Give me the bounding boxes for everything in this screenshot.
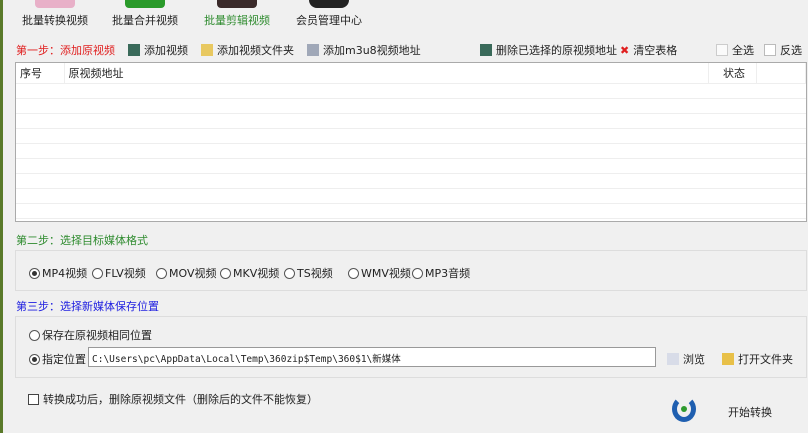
edit-icon — [217, 0, 257, 8]
format-mov[interactable]: MOV视频 — [156, 265, 216, 281]
label: 打开文件夹 — [738, 353, 793, 366]
col-spacer — [756, 63, 806, 84]
merge-icon — [125, 0, 165, 8]
start-convert-icon[interactable] — [672, 396, 696, 422]
folder-icon — [201, 44, 213, 56]
radio-icon — [220, 267, 231, 279]
label: MP4视频 — [42, 267, 88, 280]
format-mp3[interactable]: MP3音频 — [412, 265, 470, 281]
format-wmv[interactable]: WMV视频 — [348, 265, 411, 281]
member-icon — [309, 0, 349, 8]
table-row — [16, 158, 806, 174]
format-mp4[interactable]: MP4视频 — [29, 265, 87, 281]
add-folder-button[interactable]: 添加视频文件夹 — [201, 42, 294, 58]
delete-file-icon — [480, 44, 492, 56]
label: MP3音频 — [425, 267, 471, 280]
nav-label: 批量剪辑视频 — [204, 14, 270, 27]
checkbox-icon — [764, 44, 776, 56]
col-status: 状态 — [708, 63, 757, 84]
table-row — [16, 173, 806, 189]
label: 添加m3u8视频地址 — [323, 44, 421, 57]
table-row — [16, 203, 806, 219]
radio-icon — [156, 267, 167, 279]
add-video-button[interactable]: 添加视频 — [128, 42, 188, 58]
same-location-radio[interactable]: 保存在原视频相同位置 — [29, 327, 152, 343]
label: 添加视频 — [144, 44, 188, 57]
browse-button[interactable]: 浏览 — [667, 351, 705, 367]
checkbox-icon — [716, 44, 728, 56]
nav-batch-merge[interactable]: 批量合并视频 — [112, 0, 178, 32]
radio-icon — [284, 267, 295, 279]
label: WMV视频 — [361, 267, 411, 280]
format-mkv[interactable]: MKV视频 — [220, 265, 279, 281]
step3-title: 第三步：选择新媒体保存位置 — [16, 300, 159, 313]
dot — [681, 406, 687, 412]
label: 删除已选择的原视频地址 — [496, 44, 617, 57]
label: 清空表格 — [633, 44, 678, 57]
close-icon: ✖ — [620, 43, 630, 57]
save-path-input[interactable]: C:\Users\pc\AppData\Local\Temp\360zip$Te… — [88, 347, 656, 367]
label: MKV视频 — [233, 267, 280, 280]
label: 添加视频文件夹 — [217, 44, 294, 57]
checkbox-icon — [28, 393, 39, 405]
label: 浏览 — [683, 353, 705, 366]
table-header: 序号 原视频地址 状态 — [16, 63, 806, 84]
open-folder-button[interactable]: 打开文件夹 — [722, 351, 793, 367]
browse-icon — [667, 353, 679, 365]
label: 反选 — [780, 44, 802, 57]
radio-icon — [348, 267, 359, 279]
label: 指定位置 — [42, 353, 86, 366]
nav-member-center[interactable]: 会员管理中心 — [296, 0, 362, 32]
radio-icon — [29, 267, 40, 279]
table-row — [16, 188, 806, 204]
col-index: 序号 — [16, 63, 65, 84]
custom-location-radio[interactable]: 指定位置 — [29, 351, 86, 367]
video-file-icon — [128, 44, 140, 56]
table-row — [16, 143, 806, 159]
label: 全选 — [732, 44, 754, 57]
label: 保存在原视频相同位置 — [42, 329, 152, 342]
radio-icon — [412, 267, 423, 279]
label: FLV视频 — [105, 267, 146, 280]
delete-selected-button[interactable]: 删除已选择的原视频地址 — [480, 42, 617, 58]
format-ts[interactable]: TS视频 — [284, 265, 333, 281]
label: 转换成功后，删除原视频文件（删除后的文件不能恢复） — [43, 393, 318, 406]
radio-icon — [92, 267, 103, 279]
label: TS视频 — [297, 267, 333, 280]
start-convert-button[interactable]: 开始转换 — [728, 404, 772, 420]
nav-batch-edit[interactable]: 批量剪辑视频 — [204, 0, 270, 32]
invert-selection-button[interactable]: 反选 — [764, 42, 802, 58]
nav-label: 会员管理中心 — [296, 14, 362, 27]
convert-icon — [35, 0, 75, 8]
step1-title: 第一步：添加原视频 — [16, 44, 115, 57]
table-row — [16, 113, 806, 129]
format-flv[interactable]: FLV视频 — [92, 265, 146, 281]
link-icon — [307, 44, 319, 56]
col-url: 原视频地址 — [64, 63, 709, 84]
window-border — [0, 0, 3, 433]
clear-table-button[interactable]: ✖ 清空表格 — [620, 42, 677, 58]
folder-icon — [722, 353, 734, 365]
nav-batch-convert[interactable]: 批量转换视频 — [22, 0, 88, 32]
table-row — [16, 98, 806, 114]
select-all-button[interactable]: 全选 — [716, 42, 754, 58]
nav-label: 批量转换视频 — [22, 14, 88, 27]
step2-title: 第二步：选择目标媒体格式 — [16, 234, 148, 247]
radio-icon — [29, 329, 40, 341]
delete-after-checkbox[interactable]: 转换成功后，删除原视频文件（删除后的文件不能恢复） — [28, 391, 318, 407]
label: MOV视频 — [169, 267, 217, 280]
video-table[interactable]: 序号 原视频地址 状态 — [15, 62, 807, 222]
table-row — [16, 128, 806, 144]
table-row — [16, 83, 806, 99]
add-m3u8-button[interactable]: 添加m3u8视频地址 — [307, 42, 421, 58]
nav-label: 批量合并视频 — [112, 14, 178, 27]
radio-icon — [29, 353, 40, 365]
